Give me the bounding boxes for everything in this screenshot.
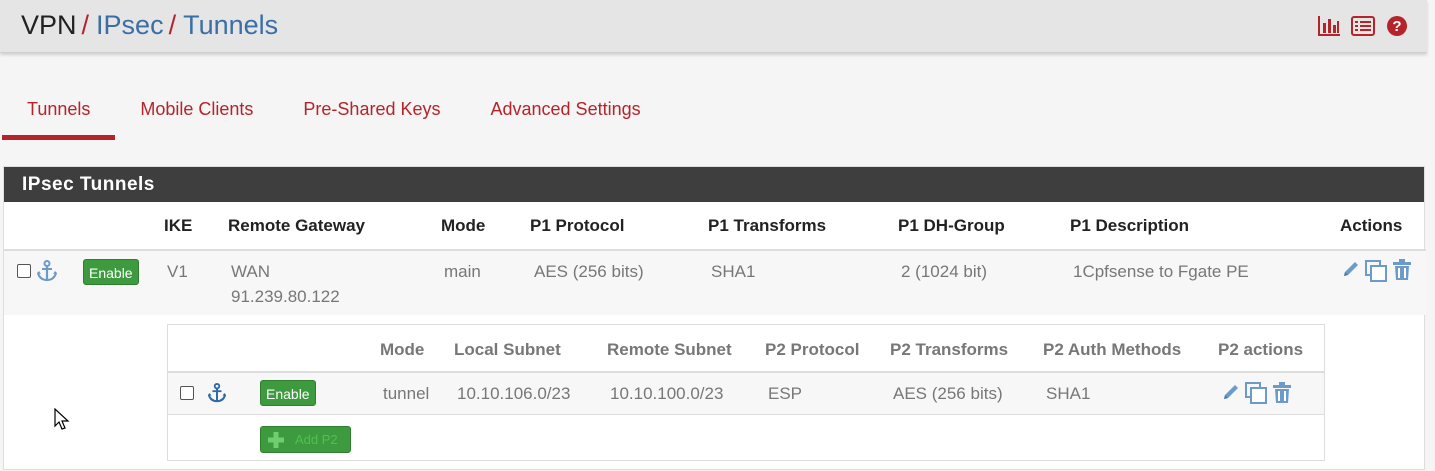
p2-protocol-value: ESP xyxy=(768,384,803,403)
plus-icon xyxy=(267,431,285,449)
breadcrumb-tunnels[interactable]: Tunnels xyxy=(183,10,278,40)
help-icon[interactable]: ? xyxy=(1385,14,1409,38)
p2-col-transforms: P2 Transforms xyxy=(890,340,1009,359)
p1-description-value: 1Cpfsense to Fgate PE xyxy=(1073,262,1249,281)
p2-remote-subnet-value: 10.10.100.0/23 xyxy=(610,384,724,403)
p2-col-mode: Mode xyxy=(380,340,425,359)
p2-col-auth-methods: P2 Auth Methods xyxy=(1043,340,1182,359)
p2-enable-button[interactable]: Enable xyxy=(260,380,316,406)
delete-trash-icon[interactable] xyxy=(1392,259,1412,281)
tab-tunnels[interactable]: Tunnels xyxy=(2,84,116,140)
p1-transforms-value: SHA1 xyxy=(711,262,756,281)
col-p1-protocol: P1 Protocol xyxy=(530,216,625,235)
col-ike: IKE xyxy=(164,216,193,235)
col-mode: Mode xyxy=(441,216,486,235)
mouse-cursor-icon xyxy=(54,407,70,437)
gateway-ip: 91.239.80.122 xyxy=(231,287,340,306)
p2-table: Mode Local Subnet Remote Subnet P2 Proto… xyxy=(167,324,1325,461)
breadcrumb-separator: / xyxy=(168,10,177,40)
enable-button[interactable]: Enable xyxy=(83,259,139,285)
tab-pre-shared-keys[interactable]: Pre-Shared Keys xyxy=(278,84,465,140)
p2-auth-methods-value: SHA1 xyxy=(1046,384,1091,403)
p2-table-row: Enable tunnel 10.10.106.0/23 10.10.100.0… xyxy=(168,371,1324,415)
p2-col-protocol: P2 Protocol xyxy=(765,340,860,359)
ipsec-tunnels-panel: IPsec Tunnels IKE Remote Gateway Mode P1… xyxy=(3,166,1426,470)
p2-copy-icon[interactable] xyxy=(1244,381,1268,405)
copy-icon[interactable] xyxy=(1364,259,1388,283)
list-icon[interactable] xyxy=(1351,14,1375,38)
col-p1-description: P1 Description xyxy=(1070,216,1190,235)
breadcrumb-separator: / xyxy=(81,10,90,40)
col-remote-gateway: Remote Gateway xyxy=(228,216,365,235)
p2-col-local-subnet: Local Subnet xyxy=(454,340,561,359)
chart-icon[interactable] xyxy=(1317,14,1341,38)
row-checkbox[interactable] xyxy=(17,264,31,278)
svg-text:?: ? xyxy=(1392,18,1401,35)
p2-row-checkbox[interactable] xyxy=(180,386,194,400)
ike-value: V1 xyxy=(167,262,188,281)
tab-advanced-settings[interactable]: Advanced Settings xyxy=(466,84,666,140)
p2-local-subnet-value: 10.10.106.0/23 xyxy=(457,384,571,403)
gateway-interface: WAN xyxy=(231,262,271,281)
edit-pencil-icon[interactable] xyxy=(1341,259,1361,279)
tab-mobile-clients[interactable]: Mobile Clients xyxy=(115,84,278,140)
p2-col-actions: P2 actions xyxy=(1218,340,1304,359)
page-header: VPN / IPsec / Tunnels ? xyxy=(0,0,1427,53)
tab-bar: Tunnels Mobile Clients Pre-Shared Keys A… xyxy=(2,84,666,140)
p2-edit-pencil-icon[interactable] xyxy=(1221,382,1241,402)
p2-col-remote-subnet: Remote Subnet xyxy=(607,340,732,359)
p2-delete-trash-icon[interactable] xyxy=(1272,382,1292,404)
p1-protocol-value: AES (256 bits) xyxy=(534,262,644,281)
p2-mode-value: tunnel xyxy=(383,384,430,403)
col-actions: Actions xyxy=(1340,216,1403,235)
p1-table-row: Enable V1 WAN 91.239.80.122 main AES (25… xyxy=(4,249,1426,315)
add-p2-button[interactable]: Add P2 xyxy=(260,426,351,453)
p1-table-header: IKE Remote Gateway Mode P1 Protocol P1 T… xyxy=(4,202,1426,249)
breadcrumb-ipsec[interactable]: IPsec xyxy=(96,10,164,40)
mode-value: main xyxy=(444,262,481,281)
col-p1-dh-group: P1 DH-Group xyxy=(898,216,1005,235)
panel-title: IPsec Tunnels xyxy=(4,167,1424,202)
anchor-icon[interactable] xyxy=(207,383,227,403)
add-p2-label: Add P2 xyxy=(295,432,338,447)
p1-dh-group-value: 2 (1024 bit) xyxy=(901,262,987,281)
p2-transforms-value: AES (256 bits) xyxy=(893,384,1003,403)
breadcrumb: VPN / IPsec / Tunnels xyxy=(21,9,278,41)
breadcrumb-vpn: VPN xyxy=(21,10,77,40)
anchor-icon[interactable] xyxy=(36,260,58,282)
col-p1-transforms: P1 Transforms xyxy=(708,216,827,235)
